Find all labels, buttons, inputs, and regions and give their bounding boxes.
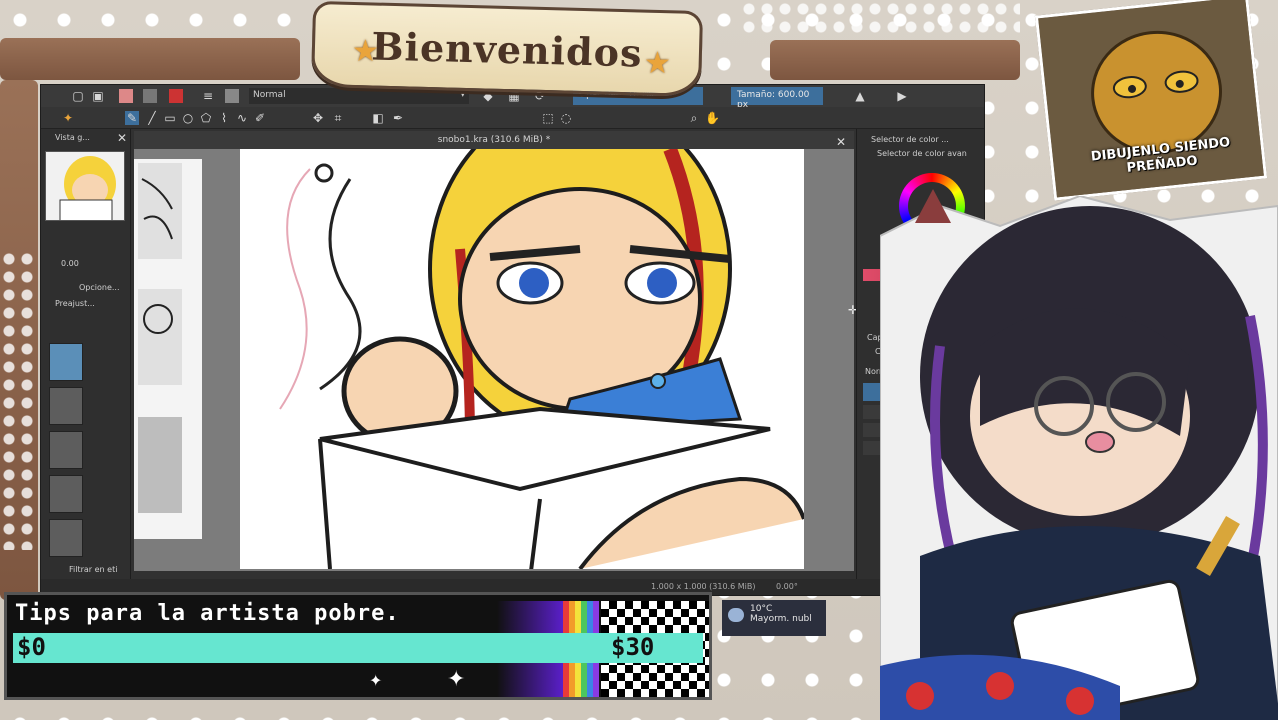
meme-image: DIBUJENLO SIENDO PREÑADO bbox=[1034, 0, 1268, 201]
document-title: snobo1.kra (310.6 MiB) * bbox=[437, 135, 551, 145]
tool-options-title: Opcione... bbox=[79, 283, 120, 292]
color-triangle[interactable] bbox=[915, 189, 951, 223]
gradient-icon[interactable] bbox=[119, 89, 133, 103]
star-icon: ★ bbox=[352, 34, 379, 69]
lace-decoration-top bbox=[740, 0, 1020, 36]
brush-tool-icon[interactable]: ✎ bbox=[125, 111, 139, 125]
freehand-path-icon[interactable]: ✐ bbox=[253, 111, 267, 125]
chevron-down-icon: ▾ bbox=[460, 90, 465, 100]
new-document-icon[interactable]: ▢ bbox=[71, 89, 85, 103]
blend-mode-select[interactable]: Normal ▾ bbox=[249, 88, 469, 104]
sparkle-icon: ✦ bbox=[447, 667, 466, 692]
polyline-tool-icon[interactable]: ⌇ bbox=[217, 111, 231, 125]
weather-temp: 10°C bbox=[750, 604, 773, 614]
artwork-illustration bbox=[279, 149, 804, 569]
tips-min-label: $0 bbox=[17, 633, 46, 661]
filter-tag-label[interactable]: Filtrar en eti bbox=[69, 565, 117, 574]
crop-tool-icon[interactable]: ⌗ bbox=[331, 111, 345, 125]
line-tool-icon[interactable]: ╱ bbox=[145, 111, 159, 125]
overview-title: Vista g... bbox=[55, 133, 90, 142]
left-docker-panel: Vista g... ✕ 0.00 Opcione... Preajust...… bbox=[41, 129, 131, 591]
save-icon[interactable]: ▣ bbox=[91, 89, 105, 103]
select-rect-icon[interactable]: ⬚ bbox=[541, 111, 555, 125]
color-swap-icon[interactable] bbox=[169, 89, 183, 103]
canvas-area[interactable]: ✛ bbox=[134, 149, 858, 571]
reference-panel bbox=[134, 159, 202, 539]
lace-decoration-left bbox=[0, 250, 36, 550]
krita-window: ▢ ▣ ≡ Normal ▾ ◆ ▦ ⟳ Opacidad: 100% Tamañ… bbox=[40, 84, 985, 596]
transform-tool-icon[interactable]: ✦ bbox=[61, 111, 75, 125]
brush-presets-title: Preajust... bbox=[55, 299, 95, 308]
tips-title: Tips para la artista pobre. bbox=[15, 601, 400, 626]
brush-preset-icon[interactable] bbox=[225, 89, 239, 103]
pan-tool-icon[interactable]: ✋ bbox=[705, 111, 720, 125]
pattern-icon[interactable] bbox=[143, 89, 157, 103]
brush-preset-2[interactable] bbox=[49, 387, 83, 425]
menu-lines-icon[interactable]: ≡ bbox=[201, 89, 215, 103]
tips-max-label: $30 bbox=[611, 633, 655, 661]
brush-preset-5[interactable] bbox=[49, 519, 83, 557]
status-rotation: 0.00° bbox=[776, 582, 798, 591]
ellipse-tool-icon[interactable]: ○ bbox=[181, 111, 195, 125]
cloud-icon bbox=[728, 608, 744, 622]
select-ellipse-icon[interactable]: ◌ bbox=[559, 111, 573, 125]
close-icon[interactable]: ✕ bbox=[115, 131, 129, 145]
size-slider[interactable]: Tamaño: 600.00 px bbox=[731, 87, 823, 110]
overview-thumbnail[interactable] bbox=[45, 151, 125, 221]
rectangle-tool-icon[interactable]: ▭ bbox=[163, 111, 177, 125]
document-tab[interactable]: snobo1.kra (310.6 MiB) * ✕ bbox=[134, 131, 854, 149]
avatar-illustration bbox=[879, 194, 1278, 720]
mirror-vertical-icon[interactable]: ▶ bbox=[895, 89, 909, 103]
reference-sketches bbox=[138, 163, 182, 513]
brush-preset-1[interactable] bbox=[49, 343, 83, 381]
krita-tool-row: ✦ ✎ ╱ ▭ ○ ⬠ ⌇ ∿ ✐ ✥ ⌗ ◧ ✒ ⬚ ◌ ⌕ ✋ bbox=[41, 107, 984, 129]
brush-preset-4[interactable] bbox=[49, 475, 83, 513]
thumbnail-drawing bbox=[59, 156, 116, 220]
polygon-tool-icon[interactable]: ⬠ bbox=[199, 111, 213, 125]
blend-mode-value: Normal bbox=[253, 90, 286, 100]
opacity-value[interactable]: 0.00 bbox=[61, 259, 79, 268]
star-icon: ★ bbox=[644, 46, 671, 81]
tips-donation-widget: Tips para la artista pobre. $0 $30 ✦ ✦ bbox=[4, 592, 712, 700]
weather-widget[interactable]: 10°C Mayorm. nubl bbox=[722, 600, 826, 636]
color-selector-title: Selector de color ... bbox=[871, 135, 949, 144]
drawing-page[interactable] bbox=[240, 149, 804, 569]
brush-preset-3[interactable] bbox=[49, 431, 83, 469]
mirror-horizontal-icon[interactable]: ▲ bbox=[853, 89, 867, 103]
move-tool-icon[interactable]: ✥ bbox=[311, 111, 325, 125]
status-zoom: 1.000 x 1.000 (310.6 MiB) bbox=[651, 582, 756, 591]
fill-tool-icon[interactable]: ◧ bbox=[371, 111, 385, 125]
sparkle-icon: ✦ bbox=[369, 671, 383, 690]
vtuber-avatar bbox=[879, 194, 1278, 720]
wood-plank-top-left bbox=[0, 38, 300, 80]
color-selector-subtitle: Selector de color avan bbox=[877, 149, 967, 158]
zoom-tool-icon[interactable]: ⌕ bbox=[687, 111, 701, 125]
wood-plank-top-right bbox=[770, 40, 1020, 80]
weather-desc: Mayorm. nubl bbox=[750, 614, 812, 624]
banner-title: Bienvenidos bbox=[370, 22, 644, 76]
eyedropper-icon[interactable]: ✒ bbox=[391, 111, 405, 125]
bezier-tool-icon[interactable]: ∿ bbox=[235, 111, 249, 125]
tips-progress-bar bbox=[13, 633, 703, 663]
